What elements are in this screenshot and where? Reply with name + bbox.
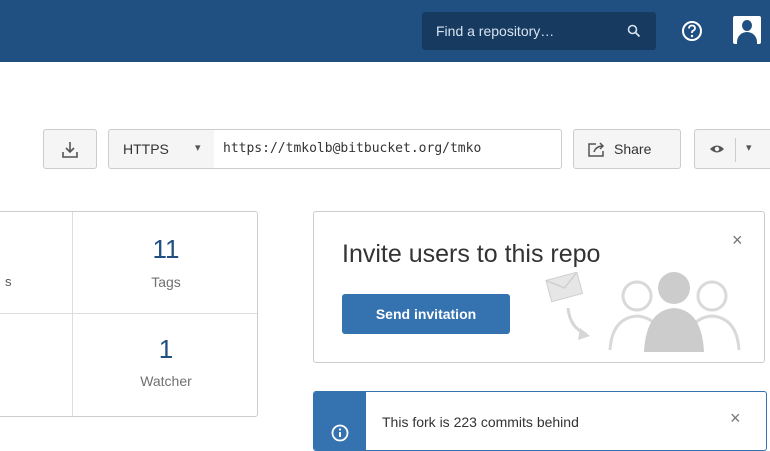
tags-count[interactable]: 11 (73, 234, 259, 265)
avatar-head (742, 20, 752, 31)
clone-protocol-dropdown[interactable]: HTTPS ▾ (108, 129, 215, 169)
tags-label[interactable]: Tags (73, 274, 259, 290)
share-label: Share (614, 141, 652, 157)
notice-accent-strip (314, 392, 366, 450)
user-avatar[interactable] (733, 16, 761, 44)
search-input[interactable]: Find a repository… (436, 23, 554, 39)
invite-users-illustration (545, 272, 741, 352)
avatar-shoulders (737, 32, 757, 44)
close-icon[interactable]: × (732, 230, 743, 251)
close-icon[interactable]: × (730, 408, 741, 429)
clone-url-input[interactable]: https://tmkolb@bitbucket.org/tmko (214, 129, 562, 169)
invite-users-panel: Invite users to this repo × Send invitat… (313, 211, 765, 363)
watch-dropdown[interactable]: ▾ (694, 129, 770, 169)
fork-behind-notice: This fork is 223 commits behind × (313, 391, 767, 451)
share-button[interactable]: Share (573, 129, 681, 169)
top-navigation-bar: Find a repository… (0, 0, 770, 62)
repository-search[interactable]: Find a repository… (422, 12, 656, 50)
help-icon[interactable] (681, 20, 703, 42)
search-icon[interactable] (627, 24, 641, 38)
invite-title: Invite users to this repo (342, 240, 601, 268)
send-invitation-button[interactable]: Send invitation (342, 294, 510, 334)
repository-stats-panel: s 11 Tags 1 Watcher (0, 211, 258, 417)
protocol-label: HTTPS (123, 141, 169, 157)
eye-icon (710, 145, 724, 153)
watchers-label[interactable]: Watcher (73, 373, 259, 389)
watch-divider (735, 138, 736, 162)
chevron-down-icon: ▾ (746, 142, 752, 154)
watchers-count[interactable]: 1 (73, 334, 259, 365)
stat-label-partial: s (5, 274, 12, 289)
info-icon (331, 424, 349, 442)
download-button[interactable] (43, 129, 97, 169)
download-icon (62, 142, 78, 158)
stats-divider-horizontal (0, 313, 257, 314)
share-icon (588, 142, 605, 157)
chevron-down-icon: ▾ (195, 142, 201, 154)
fork-notice-message: This fork is 223 commits behind (382, 414, 579, 430)
